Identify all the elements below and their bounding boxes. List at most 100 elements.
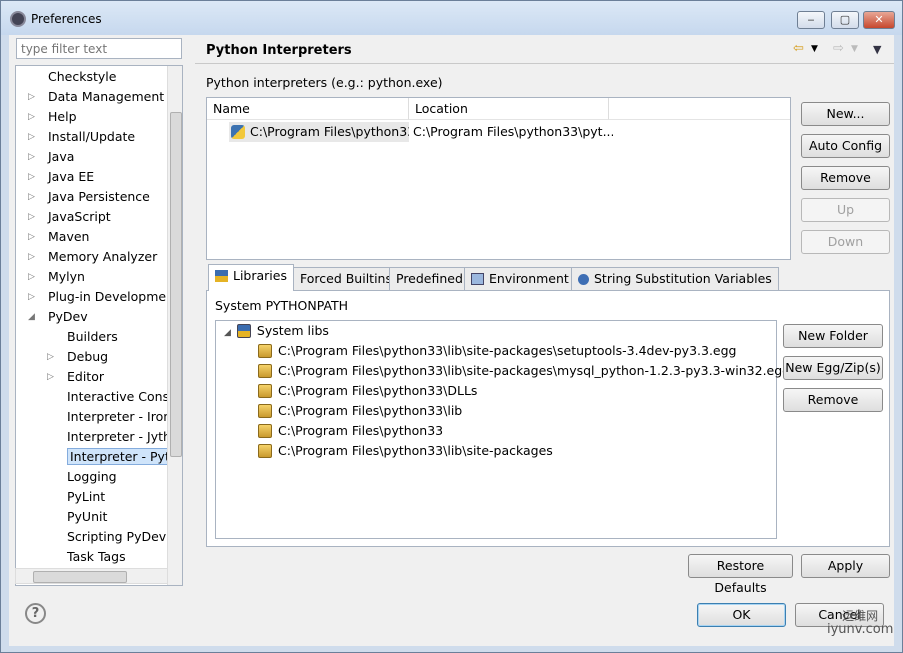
help-icon[interactable]: ? xyxy=(25,603,46,624)
tree-item[interactable]: ▷ Install/Update xyxy=(28,127,135,147)
interpreter-location[interactable]: C:\Program Files\python33\pyt... xyxy=(413,122,613,142)
expand-arrow-icon[interactable] xyxy=(47,467,57,487)
up-button[interactable]: Up xyxy=(801,198,890,222)
title-bar[interactable]: Preferences ‒ ▢ ✕ xyxy=(1,1,902,35)
tab-predefined[interactable]: Predefined xyxy=(389,267,470,290)
expand-arrow-icon[interactable] xyxy=(28,67,38,87)
tree-item[interactable]: Logging xyxy=(47,467,117,487)
expand-arrow-icon: ◢ xyxy=(224,328,231,338)
expand-arrow-icon[interactable] xyxy=(47,507,57,527)
expand-arrow-icon[interactable]: ▷ xyxy=(28,227,38,247)
expand-arrow-icon[interactable]: ▷ xyxy=(28,107,38,127)
expand-arrow-icon[interactable]: ▷ xyxy=(28,87,38,107)
forward-dropdown-icon[interactable]: ▼ xyxy=(851,44,858,54)
collapse-arrow-icon[interactable]: ◢ xyxy=(28,307,38,327)
apply-button[interactable]: Apply xyxy=(801,554,890,578)
close-button[interactable]: ✕ xyxy=(863,11,895,29)
column-header-name[interactable]: Name xyxy=(207,98,409,120)
tab-forced-builtins[interactable]: Forced Builtins xyxy=(293,267,399,290)
expand-arrow-icon[interactable] xyxy=(47,527,57,547)
tree-item[interactable]: ▷ Debug xyxy=(47,347,108,367)
tree-item[interactable]: Checkstyle xyxy=(28,67,116,87)
expand-arrow-icon[interactable]: ▷ xyxy=(28,287,38,307)
system-libs-node[interactable]: ◢ System libs xyxy=(224,321,329,341)
down-button[interactable]: Down xyxy=(801,230,890,254)
tree-item[interactable]: Interactive Console xyxy=(47,387,182,407)
system-libs-tree: ◢ System libs C:\Program Files\python33\l… xyxy=(215,320,790,539)
column-header-location[interactable]: Location xyxy=(409,98,609,120)
list-item[interactable]: C:\Program Files\python33\lib\site-packa… xyxy=(258,361,790,381)
lib-path: C:\Program Files\python33 xyxy=(278,423,444,438)
tree-item[interactable]: Interpreter - Python xyxy=(47,447,182,467)
table-row[interactable]: C:\Program Files\python33\python.exe xyxy=(229,122,409,142)
expand-arrow-icon[interactable]: ▷ xyxy=(47,347,57,367)
tree-hscroll-thumb[interactable] xyxy=(33,571,127,583)
forward-arrow-icon[interactable]: ⇨ xyxy=(833,41,844,56)
tree-item[interactable]: ▷ Help xyxy=(28,107,77,127)
tree-item-label: Interpreter - Python xyxy=(67,448,182,465)
expand-arrow-icon[interactable]: ▷ xyxy=(28,207,38,227)
interpreters-label: Python interpreters (e.g.: python.exe) xyxy=(206,75,443,90)
tree-item[interactable]: ▷ Memory Analyzer xyxy=(28,247,157,267)
tab-environment[interactable]: Environment xyxy=(464,267,576,290)
expand-arrow-icon[interactable]: ▷ xyxy=(28,127,38,147)
list-item[interactable]: C:\Program Files\python33 xyxy=(258,421,443,441)
tree-item[interactable]: ▷ Plug-in Development xyxy=(28,287,179,307)
tree-item[interactable]: ▷ Java xyxy=(28,147,74,167)
tree-item[interactable]: ▷ Java EE xyxy=(28,167,94,187)
tree-item[interactable]: Scripting PyDev xyxy=(47,527,166,547)
tree-item[interactable]: ▷ Java Persistence xyxy=(28,187,150,207)
expand-arrow-icon[interactable] xyxy=(47,547,57,567)
expand-arrow-icon[interactable] xyxy=(47,447,57,467)
tree-item[interactable]: ◢ PyDev xyxy=(28,307,88,327)
filter-input[interactable] xyxy=(16,38,182,59)
tree-item[interactable]: Task Tags xyxy=(47,547,126,567)
remove-lib-button[interactable]: Remove xyxy=(783,388,883,412)
tree-item[interactable]: ▷ Maven xyxy=(28,227,89,247)
back-arrow-icon[interactable]: ⇦ xyxy=(793,41,804,56)
tree-vertical-scrollbar[interactable] xyxy=(167,66,182,585)
expand-arrow-icon[interactable] xyxy=(47,327,57,347)
dialog-client: Task Tags Scripting PyDev PyUnit PyLint Logg… xyxy=(9,35,894,646)
tree-item[interactable]: PyUnit xyxy=(47,507,107,527)
tree-item[interactable]: Builders xyxy=(47,327,118,347)
tree-item[interactable]: ▷ Editor xyxy=(47,367,104,387)
expand-arrow-icon[interactable]: ▷ xyxy=(28,187,38,207)
remove-interpreter-button[interactable]: Remove xyxy=(801,166,890,190)
tab-libraries[interactable]: Libraries xyxy=(208,264,294,291)
expand-arrow-icon[interactable] xyxy=(47,487,57,507)
tree-horizontal-scrollbar[interactable] xyxy=(15,568,168,584)
view-menu-icon[interactable]: ▼ xyxy=(873,43,881,56)
expand-arrow-icon[interactable] xyxy=(47,427,57,447)
list-item[interactable]: C:\Program Files\python33\lib\site-packa… xyxy=(258,341,737,361)
tree-item-label: Interpreter - Jython xyxy=(67,429,183,444)
list-item[interactable]: C:\Program Files\python33\lib xyxy=(258,401,462,421)
maximize-button[interactable]: ▢ xyxy=(831,11,859,29)
tree-item[interactable]: ▷ Mylyn xyxy=(28,267,85,287)
expand-arrow-icon[interactable]: ▷ xyxy=(28,167,38,187)
expand-arrow-icon[interactable] xyxy=(47,387,57,407)
expand-arrow-icon[interactable] xyxy=(47,407,57,427)
expand-arrow-icon[interactable]: ▷ xyxy=(28,247,38,267)
tree-item-label: Interpreter - Iron Python xyxy=(67,409,182,424)
tree-vscroll-thumb[interactable] xyxy=(170,112,182,457)
minimize-button[interactable]: ‒ xyxy=(797,11,825,29)
new-interpreter-button[interactable]: New... xyxy=(801,102,890,126)
new-egg-zip-button[interactable]: New Egg/Zip(s) xyxy=(783,356,883,380)
tree-item[interactable]: ▷ JavaScript xyxy=(28,207,111,227)
expand-arrow-icon[interactable]: ▷ xyxy=(47,367,57,387)
restore-defaults-button[interactable]: Restore Defaults xyxy=(688,554,793,595)
tree-item[interactable]: PyLint xyxy=(47,487,105,507)
back-dropdown-icon[interactable]: ▼ xyxy=(811,44,818,54)
tree-item[interactable]: Interpreter - Jython xyxy=(47,427,183,447)
expand-arrow-icon[interactable]: ▷ xyxy=(28,267,38,287)
expand-arrow-icon[interactable]: ▷ xyxy=(28,147,38,167)
new-folder-button[interactable]: New Folder xyxy=(783,324,883,348)
list-item[interactable]: C:\Program Files\python33\lib\site-packa… xyxy=(258,441,553,461)
list-item[interactable]: C:\Program Files\python33\DLLs xyxy=(258,381,477,401)
tree-item[interactable]: Interpreter - Iron Python xyxy=(47,407,182,427)
ok-button[interactable]: OK xyxy=(697,603,786,627)
tree-item[interactable]: ▷ Data Management xyxy=(28,87,164,107)
auto-config-button[interactable]: Auto Config xyxy=(801,134,890,158)
tab-string-substitution[interactable]: String Substitution Variables xyxy=(571,267,779,290)
